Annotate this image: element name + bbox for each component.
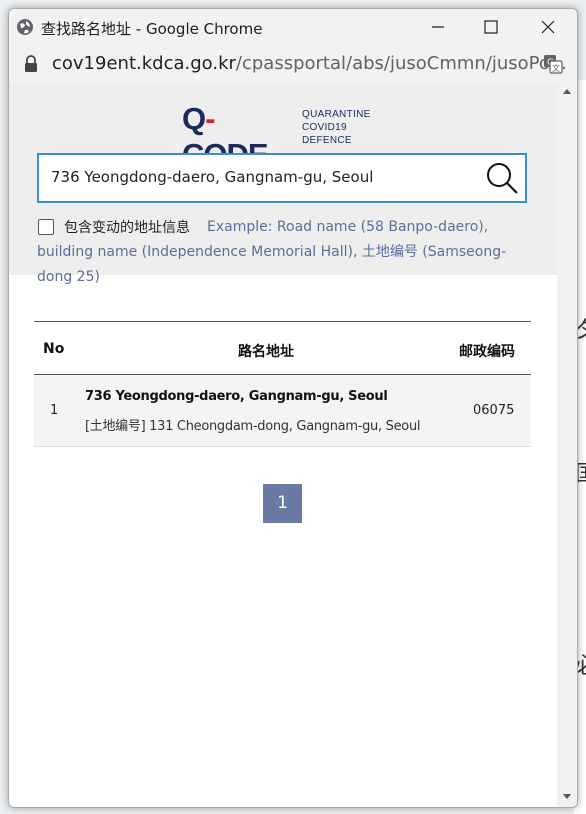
url-host: cov19ent.kdca.go.kr xyxy=(52,53,236,74)
window-title: 查找路名地址 - Google Chrome xyxy=(41,20,263,38)
minimize-button[interactable] xyxy=(415,9,461,45)
logo-sub-line2: COVID19 DEFENCE xyxy=(302,122,352,146)
page-button-1[interactable]: 1 xyxy=(263,484,302,523)
logo-subtitle: QUARANTINE COVID19 DEFENCE xyxy=(302,108,371,147)
search-button[interactable] xyxy=(485,161,521,197)
title-bar: 查找路名地址 - Google Chrome xyxy=(9,9,577,45)
maximize-icon xyxy=(484,20,498,34)
scroll-up-icon[interactable] xyxy=(562,87,572,95)
results-table: No 路名地址 邮政编码 1 736 Yeongdong-daero, Gang… xyxy=(34,321,531,447)
globe-icon xyxy=(17,19,33,35)
close-icon xyxy=(541,20,555,34)
page-content: Q-CODE QUARANTINE COVID19 DEFENCE Exampl… xyxy=(9,83,557,807)
maximize-button[interactable] xyxy=(468,9,514,45)
row-no: 1 xyxy=(50,403,59,418)
minimize-icon xyxy=(432,26,444,28)
svg-text:文: 文 xyxy=(552,63,560,73)
address-bar[interactable]: cov19ent.kdca.go.kr/cpassportal/abs/juso… xyxy=(9,45,577,84)
logo-sub-line1: QUARANTINE xyxy=(302,109,371,120)
translate-icon[interactable]: G 文 xyxy=(543,54,563,74)
scroll-down-icon[interactable] xyxy=(562,793,572,801)
header-address: 路名地址 xyxy=(238,344,294,360)
header-no: No xyxy=(43,341,65,357)
row-zip: 06075 xyxy=(473,403,515,418)
search-box xyxy=(37,153,527,203)
search-input[interactable] xyxy=(51,168,471,186)
search-icon xyxy=(487,163,518,194)
scrollbar[interactable] xyxy=(557,83,577,807)
header-zip: 邮政编码 xyxy=(459,344,515,360)
url-text[interactable]: cov19ent.kdca.go.kr/cpassportal/abs/juso… xyxy=(52,53,567,74)
url-path: /cpassportal/abs/jusoCmmn/jusoPo... xyxy=(235,53,567,74)
lock-icon[interactable] xyxy=(24,55,38,73)
popup-window: 查找路名地址 - Google Chrome cov19ent.kdca.go.… xyxy=(8,8,578,808)
table-header: No 路名地址 邮政编码 xyxy=(34,322,531,375)
include-changed-label[interactable]: 包含变动的地址信息 xyxy=(64,217,190,237)
row-road-address[interactable]: 736 Yeongdong-daero, Gangnam-gu, Seoul xyxy=(85,389,388,404)
search-section: Q-CODE QUARANTINE COVID19 DEFENCE Exampl… xyxy=(9,83,557,285)
table-row[interactable]: 1 736 Yeongdong-daero, Gangnam-gu, Seoul… xyxy=(34,375,531,447)
row-jibun-address: [土地编号] 131 Cheongdam-dong, Gangnam-gu, S… xyxy=(85,419,421,434)
close-button[interactable] xyxy=(525,9,571,45)
